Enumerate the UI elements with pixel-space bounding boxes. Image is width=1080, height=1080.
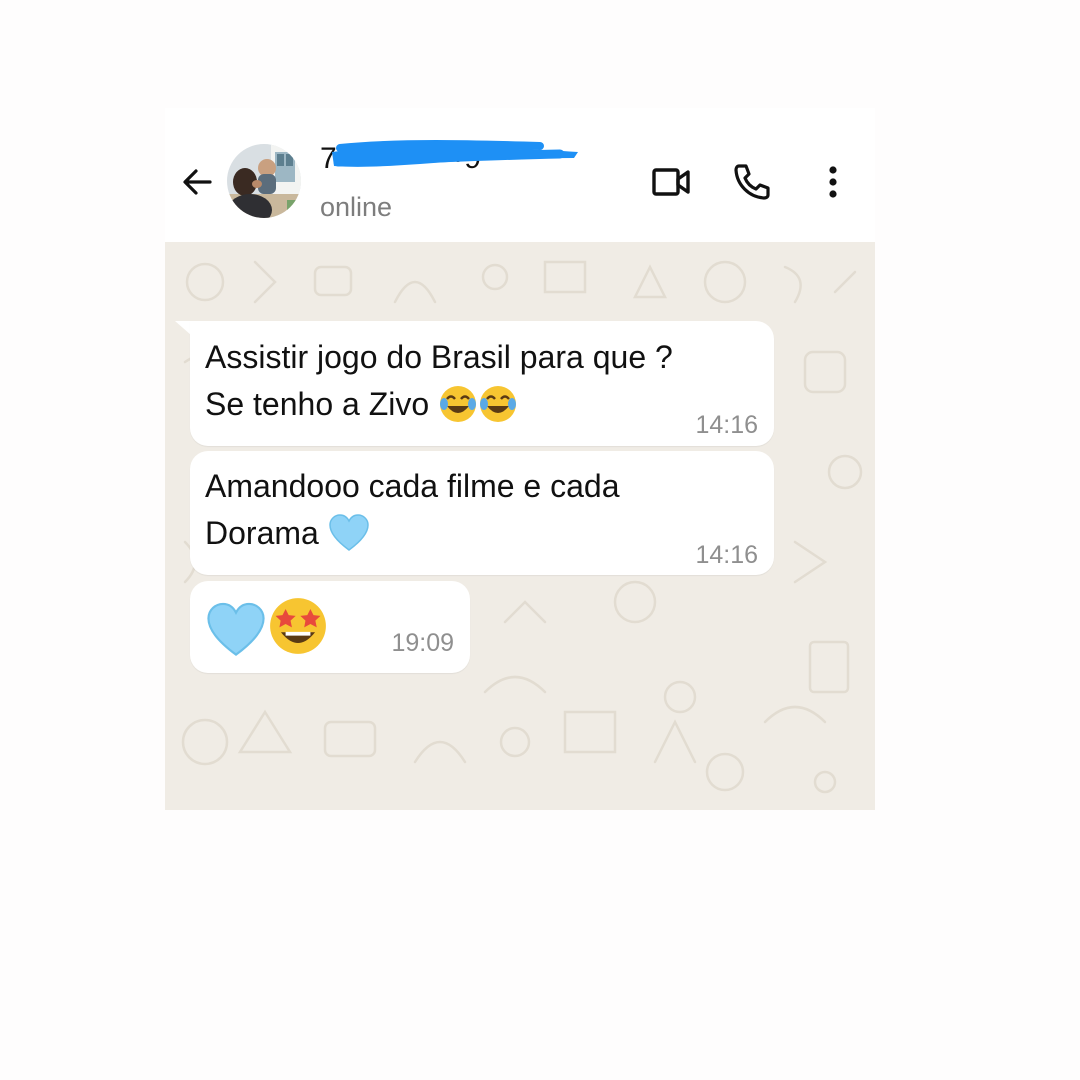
message-line-with-emoji: Se tenho a Zivo (205, 381, 673, 428)
contact-avatar[interactable] (227, 144, 301, 218)
face-with-tears-of-joy-emoji (480, 385, 517, 422)
light-blue-heart-emoji (328, 513, 369, 551)
video-call-button[interactable] (647, 158, 695, 206)
more-options-button[interactable] (809, 158, 857, 206)
star-struck-emoji (270, 598, 326, 654)
bubble-tail (175, 321, 191, 335)
back-button[interactable] (175, 160, 219, 204)
contact-status: online (320, 192, 393, 222)
light-blue-heart-emoji (207, 602, 265, 656)
video-camera-icon (652, 168, 690, 196)
message-time: 14:16 (695, 541, 758, 569)
message-line-with-emoji (205, 593, 329, 656)
voice-call-button[interactable] (728, 158, 776, 206)
message-bubble[interactable]: Amandooo cada filme e cada Dorama 14:16 (190, 451, 774, 575)
more-vertical-icon (829, 166, 837, 198)
message-time: 19:09 (391, 629, 454, 657)
message-line: Dorama (205, 515, 319, 551)
message-time: 14:16 (695, 411, 758, 439)
whatsapp-chat-screen: 7•••••••••••9 online (165, 108, 875, 810)
message-line-with-emoji: Dorama (205, 510, 619, 557)
contact-name[interactable]: 7•••••••••••9 (320, 138, 582, 178)
chat-header: 7•••••••••••9 online (165, 108, 875, 242)
message-bubble[interactable]: Assistir jogo do Brasil para que ? Se te… (190, 321, 774, 446)
message-bubble[interactable]: 19:09 (190, 581, 470, 673)
message-line: Se tenho a Zivo (205, 386, 430, 422)
phone-icon (734, 164, 770, 200)
message-line: Assistir jogo do Brasil para que ? (205, 339, 673, 375)
chat-area[interactable]: Assistir jogo do Brasil para que ? Se te… (165, 242, 875, 810)
face-with-tears-of-joy-emoji (440, 385, 477, 422)
message-text: Amandooo cada filme e cada Dorama (205, 463, 619, 557)
message-text (205, 593, 329, 656)
message-line: Amandooo cada filme e cada (205, 468, 620, 504)
redaction-scribble (332, 140, 578, 167)
avatar-photo (227, 144, 301, 218)
arrow-left-icon (183, 169, 212, 195)
message-text: Assistir jogo do Brasil para que ? Se te… (205, 334, 673, 428)
